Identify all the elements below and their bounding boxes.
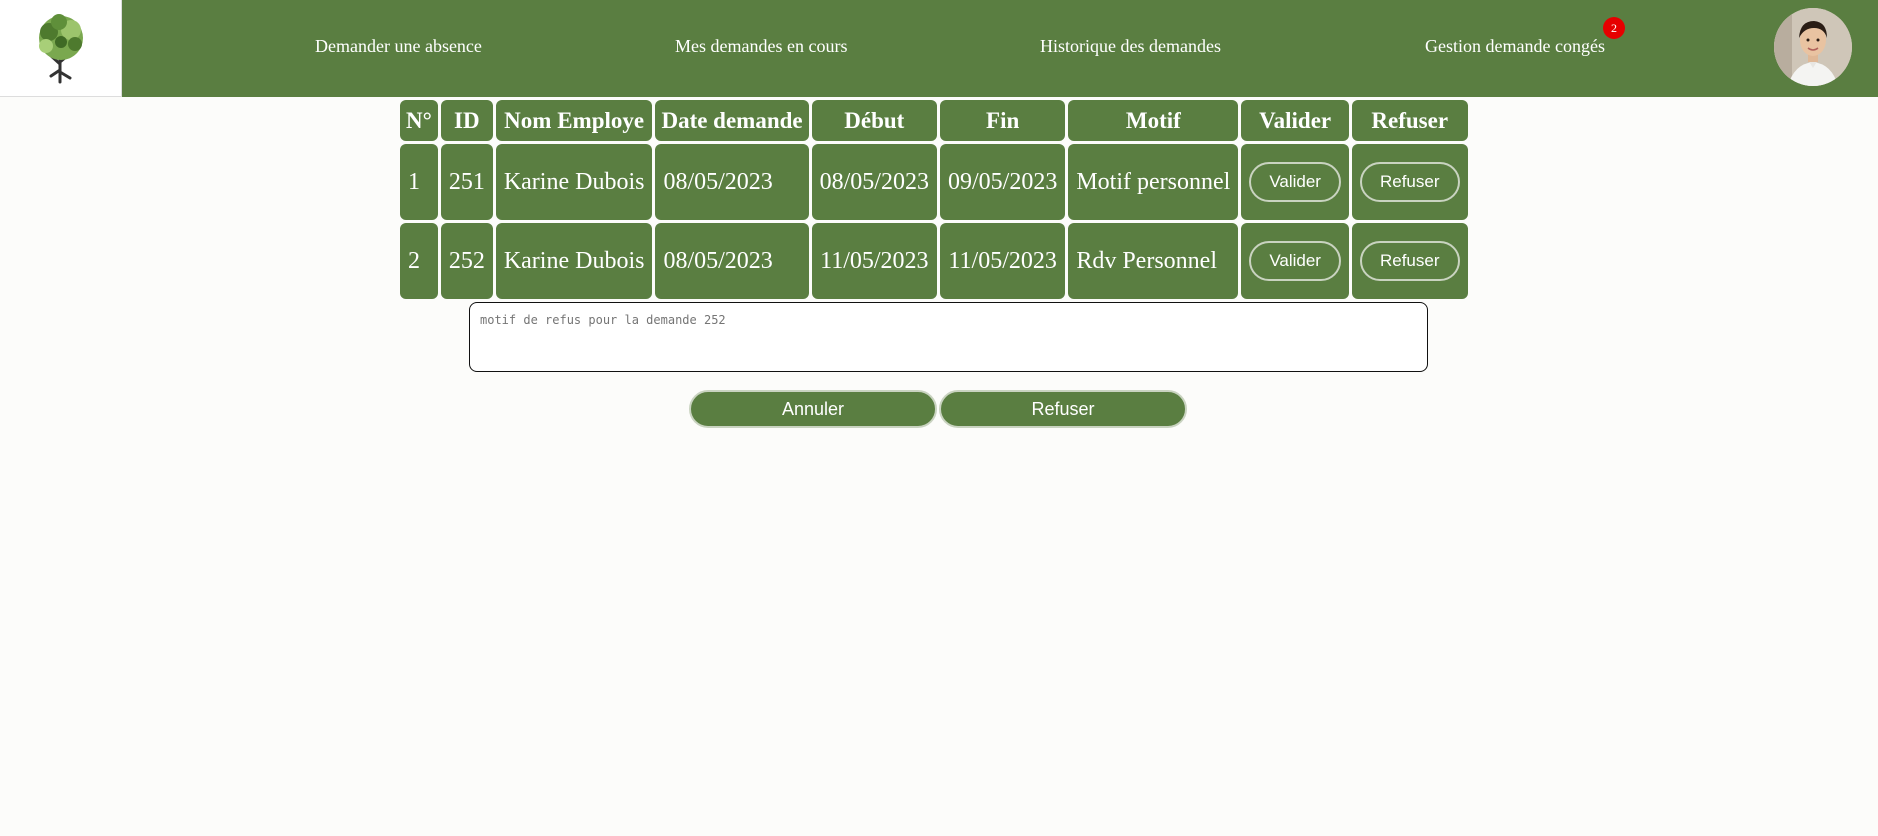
leave-requests-table: N° ID Nom Employe Date demande Début Fin… <box>397 97 1471 302</box>
header-debut: Début <box>811 100 937 141</box>
header-num: N° <box>400 100 438 141</box>
header-id: ID <box>440 100 493 141</box>
cell-employee-name: Karine Dubois <box>495 223 653 299</box>
cell-end-date: 09/05/2023 <box>939 144 1066 220</box>
cell-start-date: 11/05/2023 <box>811 223 937 299</box>
cell-refuse: Refuser <box>1351 144 1468 220</box>
cell-request-date: 08/05/2023 <box>655 223 809 299</box>
header-refuser: Refuser <box>1351 100 1468 141</box>
cell-refuse: Refuser <box>1351 223 1468 299</box>
cell-reason: Motif personnel <box>1068 144 1239 220</box>
header-nom-employe: Nom Employe <box>495 100 653 141</box>
table-row: 2 252 Karine Dubois 08/05/2023 11/05/202… <box>400 223 1468 299</box>
validate-button[interactable]: Valider <box>1249 162 1341 202</box>
cell-request-date: 08/05/2023 <box>655 144 809 220</box>
cell-employee-name: Karine Dubois <box>495 144 653 220</box>
avatar[interactable] <box>1774 8 1852 86</box>
cell-start-date: 08/05/2023 <box>811 144 937 220</box>
tree-logo-icon[interactable] <box>0 0 122 97</box>
table-row: 1 251 Karine Dubois 08/05/2023 08/05/202… <box>400 144 1468 220</box>
header-valider: Valider <box>1241 100 1349 141</box>
cell-validate: Valider <box>1241 223 1349 299</box>
nav-historique-demandes[interactable]: Historique des demandes <box>1040 36 1221 57</box>
validate-button[interactable]: Valider <box>1249 241 1341 281</box>
refuse-button[interactable]: Refuser <box>1359 162 1460 202</box>
header-date-demande: Date demande <box>655 100 809 141</box>
nav-demander-absence[interactable]: Demander une absence <box>315 36 482 57</box>
cell-num: 2 <box>400 223 438 299</box>
notification-badge: 2 <box>1603 17 1625 39</box>
header-motif: Motif <box>1068 100 1239 141</box>
table-header-row: N° ID Nom Employe Date demande Début Fin… <box>400 100 1468 141</box>
confirm-refuse-button[interactable]: Refuser <box>939 390 1187 428</box>
nav-gestion-demande-conges[interactable]: Gestion demande congés <box>1425 36 1605 57</box>
cell-num: 1 <box>400 144 438 220</box>
refusal-reason-input[interactable] <box>469 302 1428 372</box>
cancel-button[interactable]: Annuler <box>689 390 937 428</box>
cell-reason: Rdv Personnel <box>1068 223 1239 299</box>
top-navigation-bar: Demander une absence Mes demandes en cou… <box>0 0 1878 97</box>
cell-id: 252 <box>440 223 493 299</box>
cell-end-date: 11/05/2023 <box>939 223 1066 299</box>
refuse-button[interactable]: Refuser <box>1359 241 1460 281</box>
header-fin: Fin <box>939 100 1066 141</box>
nav-mes-demandes-en-cours[interactable]: Mes demandes en cours <box>675 36 847 57</box>
cell-validate: Valider <box>1241 144 1349 220</box>
cell-id: 251 <box>440 144 493 220</box>
